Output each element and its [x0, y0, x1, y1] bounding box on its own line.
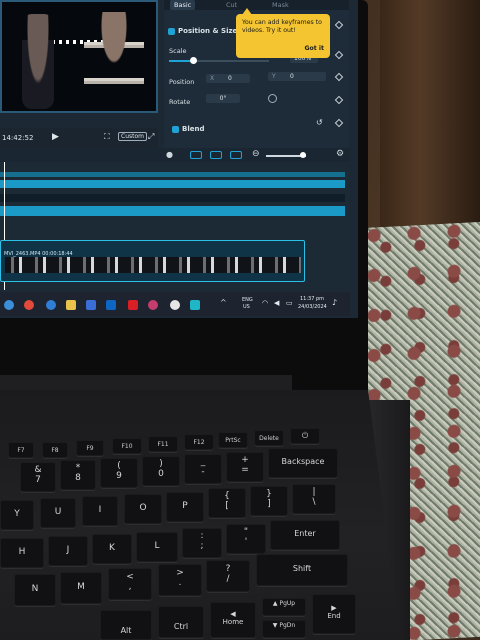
key-right-bracket[interactable]: }]: [250, 486, 288, 516]
key-backslash[interactable]: | \: [292, 484, 336, 514]
arrow-up-icon: ▲: [272, 600, 278, 607]
key-up-pgup[interactable]: ▲ PgUp: [262, 598, 306, 616]
key-f9[interactable]: F9: [76, 440, 104, 456]
key-backspace[interactable]: Backspace: [268, 448, 338, 478]
key-f8[interactable]: F8: [42, 442, 68, 458]
key-delete[interactable]: Delete: [254, 430, 284, 446]
keyboard: F7 F8 F9 F10 F11 F12 PrtSc Delete ⏻ & 7 *…: [0, 0, 480, 640]
key-n[interactable]: N: [14, 574, 56, 606]
arrow-down-icon: ▼: [272, 622, 278, 629]
key-f10[interactable]: F10: [112, 438, 142, 454]
key-i[interactable]: I: [82, 496, 118, 526]
key-m[interactable]: M: [60, 572, 102, 604]
key-f12[interactable]: F12: [184, 434, 214, 450]
key-right-end[interactable]: ▶ End: [312, 594, 356, 634]
key-p[interactable]: P: [166, 492, 204, 522]
key-semicolon[interactable]: :;: [182, 528, 222, 558]
key-comma[interactable]: <,: [108, 568, 152, 600]
key-0[interactable]: ) 0: [142, 456, 180, 486]
arrow-left-icon: ◀: [230, 610, 236, 618]
key-quote[interactable]: " ': [226, 524, 266, 554]
key-k[interactable]: K: [92, 534, 132, 564]
key-y[interactable]: Y: [0, 500, 34, 530]
key-shift[interactable]: Shift: [256, 554, 348, 586]
key-f7[interactable]: F7: [8, 442, 34, 458]
key-down-pgdn[interactable]: ▼ PgDn: [262, 620, 306, 638]
key-8[interactable]: * 8: [60, 460, 96, 490]
key-ctrl[interactable]: Ctrl: [158, 606, 204, 638]
key-9[interactable]: (9: [100, 458, 138, 488]
arrow-right-icon: ▶: [331, 604, 337, 612]
key-left-bracket[interactable]: {[: [208, 488, 246, 518]
key-h[interactable]: H: [0, 538, 44, 568]
key-alt[interactable]: Alt: [100, 610, 152, 640]
key-u[interactable]: U: [40, 498, 76, 528]
key-f11[interactable]: F11: [148, 436, 178, 452]
key-slash[interactable]: ? /: [206, 560, 250, 592]
key-equals[interactable]: + =: [226, 452, 264, 482]
key-period[interactable]: >.: [158, 564, 202, 596]
key-enter[interactable]: Enter: [270, 520, 340, 550]
key-7[interactable]: & 7: [20, 462, 56, 492]
key-j[interactable]: J: [48, 536, 88, 566]
key-o[interactable]: O: [124, 494, 162, 524]
key-left-home[interactable]: ◀ Home: [210, 602, 256, 638]
key-l[interactable]: L: [136, 532, 178, 562]
key-prtsc[interactable]: PrtSc: [218, 432, 248, 448]
power-icon[interactable]: ⏻: [290, 428, 320, 444]
key-minus[interactable]: _ -: [184, 454, 222, 484]
